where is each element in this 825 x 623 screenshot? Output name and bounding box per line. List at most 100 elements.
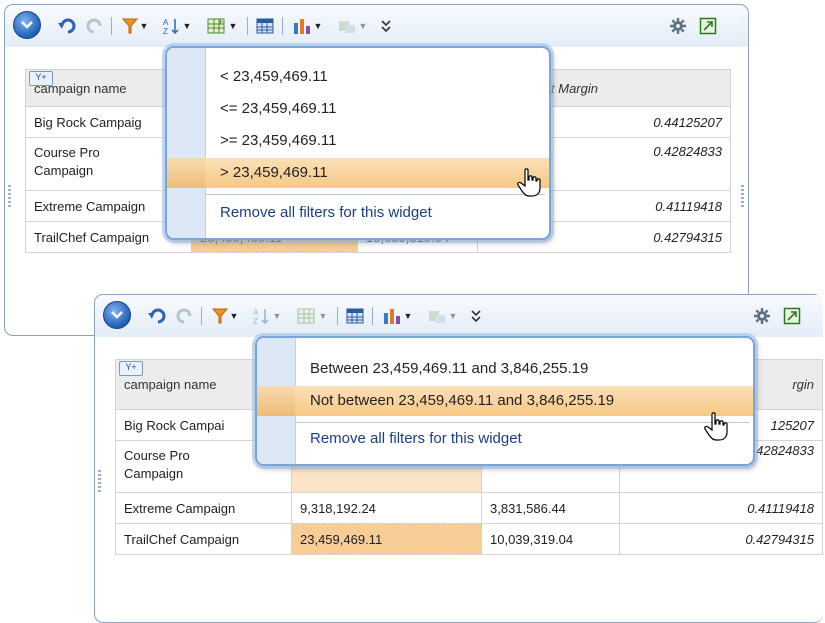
maximize-icon <box>699 17 717 35</box>
undo-icon <box>58 18 76 34</box>
resize-grip[interactable] <box>98 470 101 492</box>
chevron-down-icon: ▼ <box>403 311 413 321</box>
menu-gutter-highlight <box>167 158 205 188</box>
calculate-button[interactable]: + ▼ <box>203 14 241 38</box>
svg-text:A: A <box>163 18 169 27</box>
settings-icon <box>754 308 770 324</box>
menu-item-greater-than[interactable]: > 23,459,469.11 <box>205 158 549 188</box>
menu-item-not-between[interactable]: Not between 23,459,469.11 and 3,846,255.… <box>295 386 753 416</box>
menu-gutter-highlight <box>257 386 295 416</box>
toolbar-separator <box>201 307 202 325</box>
menu-item-greater-or-equal[interactable]: >= 23,459,469.11 <box>205 126 549 156</box>
chevron-down-icon: ▼ <box>358 21 368 31</box>
svg-text:+: + <box>218 17 223 27</box>
filter-indicator-icon[interactable]: Y+ <box>119 361 143 376</box>
maximize-button[interactable] <box>781 304 803 328</box>
chevron-down-icon <box>21 21 33 29</box>
calculate-icon: + <box>207 17 225 34</box>
more-icon <box>471 310 481 323</box>
redo-button[interactable] <box>173 304 195 328</box>
more-button[interactable] <box>467 304 485 328</box>
more-icon <box>381 20 391 33</box>
cell-value: 9,318,192.24 <box>291 492 482 524</box>
cell-gross-profit-margin: 0.42794315 <box>619 523 823 555</box>
chart-icon <box>293 19 310 34</box>
menu-item-remove-filters[interactable]: Remove all filters for this widget <box>205 198 549 228</box>
menu-item-less-than[interactable]: < 23,459,469.11 <box>205 62 549 92</box>
sort-icon: AZ <box>163 18 179 35</box>
redo-button[interactable] <box>83 14 105 38</box>
cell-gross-profit-margin: 0.41119418 <box>619 492 823 524</box>
table-row[interactable]: Extreme Campaign 9,318,192.24 3,831,586.… <box>115 492 823 524</box>
toolbar-separator <box>337 307 338 325</box>
chart-button[interactable]: ▼ <box>289 14 325 38</box>
settings-button[interactable] <box>751 304 773 328</box>
filter-button[interactable]: ▼ <box>118 14 152 38</box>
swap-icon <box>428 311 445 323</box>
chart-button[interactable]: ▼ <box>379 304 415 328</box>
hand-cursor-icon <box>704 412 728 441</box>
more-button[interactable] <box>377 14 395 38</box>
swap-icon <box>338 21 355 33</box>
svg-text:A: A <box>253 308 259 317</box>
cell-campaign-name: TrailChef Campaign <box>115 523 292 555</box>
table-button[interactable] <box>343 304 367 328</box>
toolbar-separator <box>111 17 112 35</box>
sort-button[interactable]: A Z ▼ <box>160 14 194 38</box>
menu-divider <box>205 194 545 195</box>
calculate-button[interactable]: ▼ <box>293 304 331 328</box>
toolbar-separator <box>247 17 248 35</box>
toolbar-separator <box>372 307 373 325</box>
resize-grip[interactable] <box>741 185 744 207</box>
undo-button[interactable] <box>57 14 79 38</box>
chevron-down-icon: ▼ <box>313 21 323 31</box>
cell-value: 10,039,319.04 <box>481 523 620 555</box>
chevron-down-icon: ▼ <box>272 311 282 321</box>
undo-button[interactable] <box>147 304 169 328</box>
redo-icon <box>86 18 102 34</box>
menu-gutter <box>167 48 206 238</box>
chevron-down-icon: ▼ <box>228 21 238 31</box>
table-icon <box>256 18 274 34</box>
filter-button[interactable]: ▼ <box>208 304 242 328</box>
chevron-down-icon: ▼ <box>182 21 192 31</box>
chevron-down-icon: ▼ <box>139 21 149 31</box>
widget-menu-button[interactable] <box>103 301 131 329</box>
chevron-down-icon: ▼ <box>448 311 458 321</box>
cell-campaign-name: Extreme Campaign <box>115 492 292 524</box>
calculate-icon <box>297 308 315 324</box>
menu-item-less-or-equal[interactable]: <= 23,459,469.11 <box>205 94 549 124</box>
menu-item-remove-filters[interactable]: Remove all filters for this widget <box>295 424 753 454</box>
widget-toolbar: ▼ A Z ▼ + ▼ ▼ ▼ <box>5 5 748 47</box>
redo-icon <box>176 308 192 324</box>
sort-button[interactable]: A Z ▼ <box>250 304 284 328</box>
settings-button[interactable] <box>667 14 689 38</box>
settings-icon <box>670 18 686 34</box>
maximize-button[interactable] <box>697 14 719 38</box>
chart-icon <box>383 309 400 324</box>
swap-button[interactable]: ▼ <box>423 304 461 328</box>
chevron-down-icon <box>111 311 123 319</box>
maximize-icon <box>783 307 801 325</box>
filter-popup-menu: < 23,459,469.11 <= 23,459,469.11 >= 23,4… <box>165 46 551 240</box>
table-button[interactable] <box>253 14 277 38</box>
filter-icon <box>121 18 138 34</box>
widget-menu-button[interactable] <box>13 11 41 39</box>
table-row[interactable]: TrailChef Campaign 23,459,469.11 10,039,… <box>115 523 823 555</box>
sort-icon: AZ <box>253 308 269 325</box>
hand-cursor-icon <box>517 168 541 197</box>
menu-item-between[interactable]: Between 23,459,469.11 and 3,846,255.19 <box>295 354 753 384</box>
chevron-down-icon: ▼ <box>318 311 328 321</box>
resize-grip[interactable] <box>8 185 11 207</box>
swap-button[interactable]: ▼ <box>333 14 371 38</box>
cell-value-selected[interactable]: 23,459,469.11 <box>291 523 482 555</box>
undo-icon <box>148 308 166 324</box>
filter-popup-menu: Between 23,459,469.11 and 3,846,255.19 N… <box>255 336 755 466</box>
table-icon <box>346 308 364 324</box>
toolbar-separator <box>282 17 283 35</box>
menu-divider <box>295 422 749 423</box>
svg-text:Z: Z <box>163 27 168 35</box>
filter-indicator-icon[interactable]: Y+ <box>29 71 53 86</box>
svg-text:Z: Z <box>253 317 258 325</box>
filter-icon <box>211 308 228 324</box>
